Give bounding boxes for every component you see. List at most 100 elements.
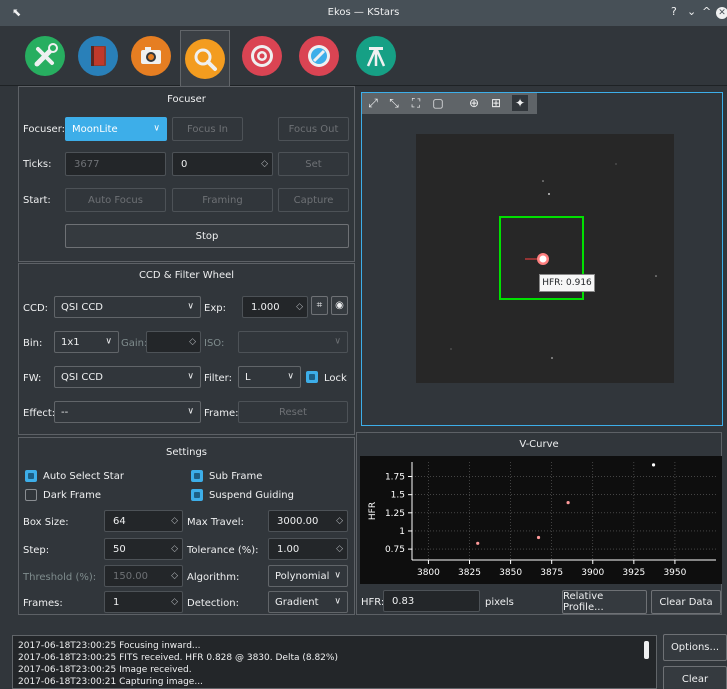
tab-capture[interactable]	[126, 31, 176, 81]
ccd-select-value: QSI CCD	[61, 301, 104, 313]
algorithm-label: Algorithm:	[187, 572, 240, 583]
log-scrollbar[interactable]	[644, 641, 649, 659]
minimize-button[interactable]: ⌄	[687, 5, 696, 18]
options-button[interactable]: Options...	[663, 634, 727, 661]
focuser-select[interactable]: MoonLite ∨	[65, 117, 167, 141]
y-tick-label: 0.75	[385, 545, 405, 555]
stars-icon[interactable]: ✦	[512, 95, 528, 111]
fw-select[interactable]: QSI CCD ∨	[54, 366, 201, 388]
box-size-input[interactable]: 64 ◇	[104, 510, 183, 532]
x-tick-label: 3800	[417, 568, 440, 578]
step-input[interactable]: 50 ◇	[104, 538, 183, 560]
max-travel-input[interactable]: 3000.00 ◇	[268, 510, 348, 532]
zoom-default-icon[interactable]: ▢	[430, 95, 446, 111]
bin-label: Bin:	[23, 338, 43, 349]
tab-mount[interactable]	[237, 31, 287, 81]
hfr-field[interactable]: 0.83	[383, 590, 480, 612]
spin-arrows-icon[interactable]: ◇	[171, 544, 178, 554]
capture-button[interactable]: Capture	[278, 188, 349, 212]
zoom-fit-icon[interactable]: ⛶	[408, 95, 424, 111]
bin-select[interactable]: 1x1 ∨	[54, 331, 119, 353]
ccd-select[interactable]: QSI CCD ∨	[54, 296, 201, 318]
ticks-label: Ticks:	[23, 159, 52, 170]
lock-checkbox[interactable]	[306, 371, 318, 383]
chevron-down-icon: ∨	[105, 336, 112, 347]
tolerance-input[interactable]: 1.00 ◇	[268, 538, 348, 560]
iso-select[interactable]: ∨	[238, 331, 348, 353]
detection-select-value: Gradient	[275, 596, 319, 608]
frames-input[interactable]: 1 ◇	[104, 591, 183, 613]
maximize-button[interactable]: ^	[702, 5, 711, 18]
x-tick-label: 3875	[540, 568, 563, 578]
relative-profile-button[interactable]: Relative Profile...	[562, 590, 647, 614]
auto-select-star-checkbox[interactable]	[25, 470, 37, 482]
tab-guide[interactable]	[351, 31, 401, 81]
y-tick-label: 1	[399, 527, 405, 537]
spin-arrows-icon[interactable]: ◇	[171, 597, 178, 607]
ccd-title: CCD & Filter Wheel	[138, 270, 235, 281]
y-tick-label: 1.75	[385, 473, 405, 483]
tab-setup[interactable]	[20, 31, 70, 81]
grid-icon[interactable]: ⊞	[488, 95, 504, 111]
zoom-out-icon[interactable]: ⤡	[386, 95, 402, 111]
ccd-label: CCD:	[23, 303, 49, 314]
chevron-down-icon: ∨	[334, 336, 341, 347]
help-button[interactable]: ?	[671, 5, 677, 18]
suspend-guiding-checkbox[interactable]	[191, 489, 203, 501]
auto-focus-button[interactable]: Auto Focus	[65, 188, 166, 212]
crosshair-icon[interactable]: ⊕	[466, 95, 482, 111]
vcurve-title: V-Curve	[519, 439, 559, 450]
close-button[interactable]: ✕	[716, 7, 727, 19]
algorithm-select[interactable]: Polynomial ∨	[268, 565, 348, 587]
frame-label: Frame:	[204, 408, 239, 419]
effect-select[interactable]: -- ∨	[54, 401, 201, 423]
zoom-in-icon[interactable]: ⤢	[365, 95, 381, 111]
data-point	[476, 541, 480, 545]
max-travel-value: 3000.00	[277, 515, 319, 527]
chevron-down-icon: ∨	[187, 406, 194, 417]
framing-button[interactable]: Framing	[172, 188, 273, 212]
filter-select[interactable]: L ∨	[238, 366, 301, 388]
dark-frame-checkbox[interactable]	[25, 489, 37, 501]
y-tick-label: 1.25	[385, 509, 405, 519]
reset-button[interactable]: Reset	[238, 401, 348, 423]
frame-icon[interactable]: ⌗	[311, 296, 328, 315]
filter-select-value: L	[245, 371, 251, 383]
tab-focus[interactable]	[180, 30, 230, 87]
x-tick-label: 3900	[581, 568, 604, 578]
spin-arrows-icon: ◇	[171, 571, 178, 581]
detection-label: Detection:	[187, 598, 239, 609]
chevron-down-icon: ∨	[334, 596, 341, 607]
preview-icon[interactable]: ◉	[331, 296, 348, 315]
ticks-input[interactable]: 0 ◇	[172, 152, 273, 176]
data-point	[651, 463, 656, 467]
spin-arrows-icon[interactable]: ◇	[336, 544, 343, 554]
set-button[interactable]: Set	[278, 152, 349, 176]
vcurve-chart: 3800 3825 3850 3875 3900 3925 3950 0.75 1 1.25 1.5…	[368, 462, 716, 578]
spin-arrows-icon[interactable]: ◇	[296, 302, 303, 312]
algorithm-select-value: Polynomial	[275, 570, 330, 582]
threshold-input[interactable]: 150.00 ◇	[104, 565, 183, 587]
sub-frame-checkbox[interactable]	[191, 470, 203, 482]
x-tick-label: 3825	[458, 568, 481, 578]
spin-arrows-icon[interactable]: ◇	[336, 516, 343, 526]
stop-button[interactable]: Stop	[65, 224, 349, 248]
window-title: Ekos — KStars	[327, 7, 400, 18]
capture-icon	[131, 36, 171, 76]
log-view[interactable]: 2017-06-18T23:00:25 Focusing inward... 2…	[12, 635, 657, 689]
exposure-input[interactable]: 1.000 ◇	[242, 296, 308, 318]
focus-in-button[interactable]: Focus In	[172, 117, 243, 141]
focus-out-button[interactable]: Focus Out	[278, 117, 349, 141]
spin-arrows-icon[interactable]: ◇	[171, 516, 178, 526]
clear-data-button[interactable]: Clear Data	[651, 590, 721, 614]
spin-arrows-icon[interactable]: ◇	[261, 159, 268, 169]
dark-frame-label: Dark Frame	[43, 490, 102, 501]
detection-select[interactable]: Gradient ∨	[268, 591, 348, 613]
focuser-title: Focuser	[167, 94, 206, 105]
tab-align[interactable]	[294, 31, 344, 81]
clear-log-button[interactable]: Clear	[663, 666, 727, 689]
filter-label: Filter:	[204, 373, 232, 384]
tab-scheduler[interactable]	[73, 31, 123, 81]
gain-input[interactable]: ◇	[146, 331, 201, 353]
star-image[interactable]	[416, 134, 674, 383]
